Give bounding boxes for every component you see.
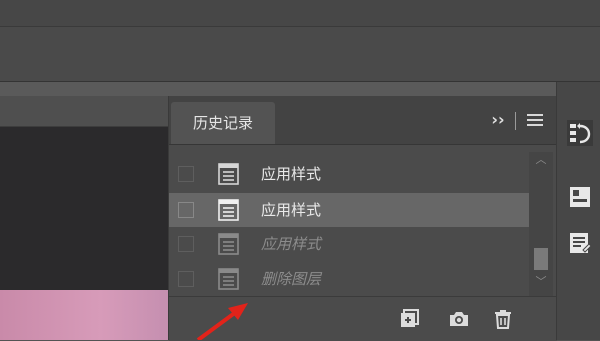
trash-icon[interactable] — [491, 307, 515, 331]
history-state-label: 应用样式 — [261, 201, 322, 219]
document-edit-icon[interactable] — [567, 230, 593, 256]
document-icon — [218, 268, 239, 290]
tab-history[interactable]: 历史记录 — [171, 102, 275, 144]
panel-layout-icon[interactable] — [567, 184, 593, 210]
annotation-arrow — [196, 303, 248, 340]
document-icon — [218, 233, 239, 255]
panel-header: 历史记录 ›› — [169, 96, 557, 145]
options-bar — [0, 27, 600, 82]
history-state-label: 应用样式 — [261, 235, 322, 253]
snapshot-source-checkbox[interactable] — [178, 236, 194, 252]
history-state-label: 删除图层 — [261, 270, 322, 288]
document-icon — [218, 163, 239, 185]
history-state-label: 应用样式 — [261, 165, 322, 183]
document-icon — [218, 199, 239, 221]
snapshot-source-checkbox[interactable] — [178, 166, 194, 182]
snapshot-source-checkbox[interactable] — [178, 202, 194, 218]
new-document-from-state-icon[interactable] — [397, 307, 421, 331]
snapshot-source-checkbox[interactable] — [178, 271, 194, 287]
camera-snapshot-icon[interactable] — [447, 307, 471, 331]
history-brush-icon[interactable] — [567, 120, 593, 146]
history-state-row-selected[interactable]: 应用样式 — [169, 193, 529, 227]
history-scrollbar[interactable]: ︿ ﹀ — [529, 152, 553, 296]
top-menu-bar — [0, 0, 600, 27]
scroll-thumb[interactable] — [534, 248, 548, 270]
scroll-up-icon[interactable]: ︿ — [535, 154, 547, 166]
right-dock — [556, 82, 600, 340]
double-chevron-right-icon[interactable]: ›› — [487, 110, 509, 130]
canvas-tab-row — [0, 96, 168, 127]
history-state-row-undone[interactable]: 删除图层 — [169, 262, 529, 296]
history-state-row-undone[interactable]: 应用样式 — [169, 227, 529, 261]
hamburger-menu-icon[interactable] — [527, 112, 543, 128]
scroll-down-icon[interactable]: ﹀ — [535, 276, 547, 288]
history-state-row[interactable]: 应用样式 — [169, 157, 529, 191]
canvas-image — [0, 290, 168, 340]
tab-strip — [0, 82, 600, 96]
header-divider — [515, 112, 516, 130]
